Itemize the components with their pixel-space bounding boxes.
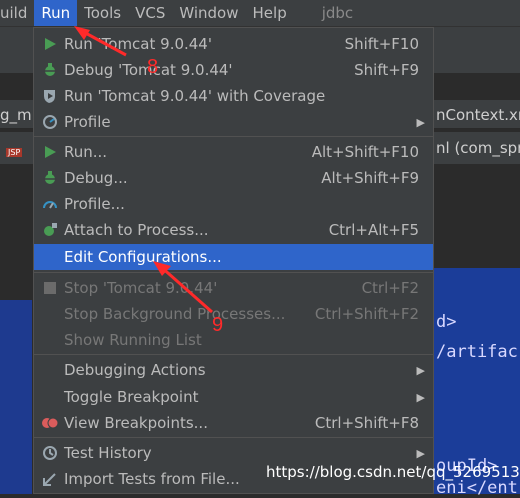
watermark: https://blog.csdn.net/qq_52695134	[266, 463, 520, 481]
annotation-arrows	[74, 26, 213, 314]
annotation-8: 8	[147, 56, 159, 78]
annotation-9: 9	[212, 314, 224, 336]
